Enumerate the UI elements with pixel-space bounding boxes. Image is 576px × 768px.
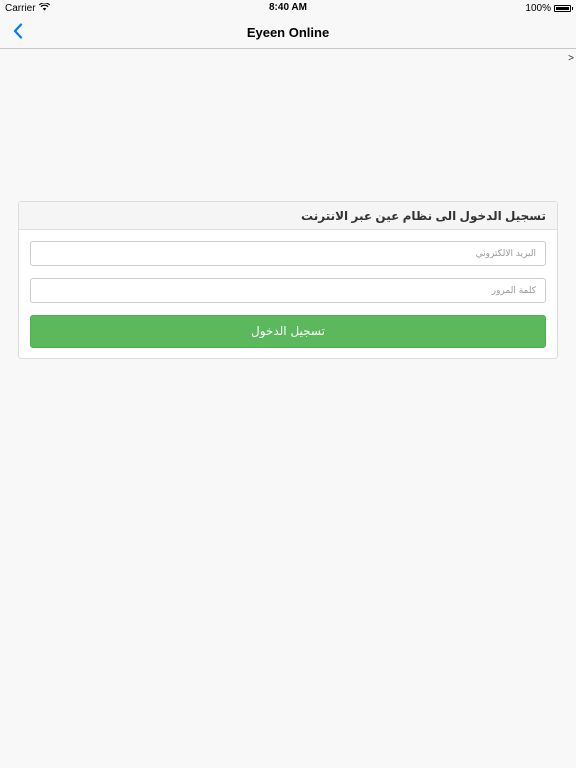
status-bar: Carrier 8:40 AM 100%	[0, 0, 576, 18]
email-input[interactable]	[30, 241, 546, 266]
navigation-bar: Eyeen Online	[0, 18, 576, 49]
status-right: 100%	[525, 3, 573, 14]
login-panel-heading: تسجيل الدخول الى نظام عين عبر الانترنت	[19, 202, 557, 230]
login-button[interactable]: تسجيل الدخول	[30, 315, 546, 348]
password-input[interactable]	[30, 278, 546, 303]
battery-fill	[556, 7, 569, 10]
battery-tip	[571, 7, 573, 10]
login-panel: تسجيل الدخول الى نظام عين عبر الانترنت ت…	[18, 201, 558, 359]
battery-icon	[554, 5, 573, 12]
app-screen: Carrier 8:40 AM 100% Eyeen Online > تسجي…	[0, 0, 576, 768]
status-time: 8:40 AM	[269, 2, 307, 13]
page-title: Eyeen Online	[246, 25, 330, 40]
side-indicator: >	[568, 53, 574, 64]
battery-percent: 100%	[525, 3, 551, 14]
login-form: تسجيل الدخول	[19, 230, 557, 348]
